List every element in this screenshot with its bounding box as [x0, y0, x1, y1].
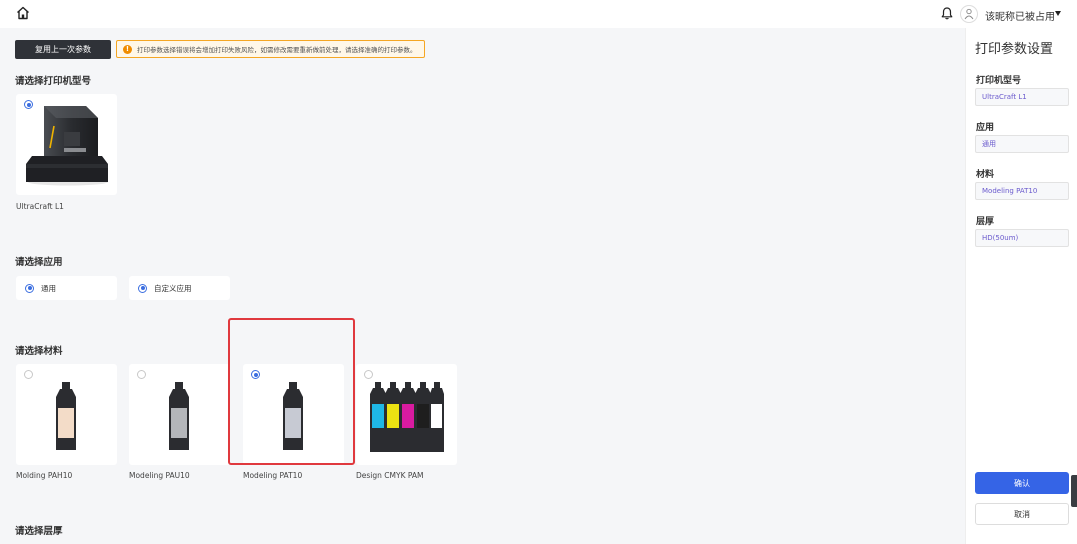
bottle-icon [56, 382, 76, 450]
username[interactable]: 该昵称已被占用 [985, 8, 1055, 23]
material-radio[interactable] [137, 370, 146, 379]
top-bar: 该昵称已被占用 [0, 0, 1077, 28]
panel-title: 打印参数设置 [975, 42, 1054, 57]
application-label: 通用 [41, 284, 56, 293]
material-section-title: 请选择材料 [15, 346, 63, 357]
material-name: Modeling PAT10 [243, 471, 303, 480]
printer-card-ultracraft-l1[interactable] [16, 94, 117, 195]
cmyk-bottles-icon [370, 382, 444, 452]
panel-label-layer: 层厚 [976, 217, 995, 227]
application-radio-custom[interactable] [138, 283, 147, 293]
material-card-modeling-pau10[interactable] [129, 364, 230, 465]
settings-panel: 打印参数设置 打印机型号 UltraCraft L1 应用 通用 材料 Mode… [965, 28, 1077, 544]
panel-label-application: 应用 [976, 123, 995, 133]
reuse-last-params-button[interactable]: 复用上一次参数 [15, 40, 111, 59]
material-radio[interactable] [24, 370, 33, 379]
material-name: Design CMYK PAM [356, 471, 424, 480]
main-content: 复用上一次参数 ! 打印参数选择错误将会增加打印失败风险，如需修改需要重新做前处… [0, 28, 960, 544]
panel-label-material: 材料 [976, 170, 995, 180]
printer-section-title: 请选择打印机型号 [15, 76, 92, 87]
panel-field-application[interactable]: 通用 [975, 135, 1069, 153]
material-card-design-cmyk-pam[interactable] [356, 364, 457, 465]
warning-notice: ! 打印参数选择错误将会增加打印失败风险，如需修改需要重新做前处理，请选择准确的… [116, 40, 425, 58]
panel-field-printer[interactable]: UltraCraft L1 [975, 88, 1069, 106]
application-label: 自定义应用 [154, 284, 192, 293]
side-drawer-handle[interactable] [1071, 475, 1077, 507]
application-option-general[interactable]: 通用 [16, 276, 117, 300]
panel-field-material[interactable]: Modeling PAT10 [975, 182, 1069, 200]
avatar-icon [964, 8, 974, 20]
material-name: Modeling PAU10 [129, 471, 190, 480]
bell-icon[interactable] [941, 7, 953, 20]
printer-name: UltraCraft L1 [16, 202, 64, 211]
panel-label-printer: 打印机型号 [976, 76, 1022, 86]
printer-image [26, 106, 108, 186]
selection-highlight [228, 318, 355, 465]
avatar[interactable] [960, 5, 978, 23]
layer-section-title: 请选择层厚 [15, 526, 63, 537]
home-icon[interactable] [16, 6, 30, 20]
bottle-icon [169, 382, 189, 450]
material-card-molding-pah10[interactable] [16, 364, 117, 465]
cancel-button[interactable]: 取消 [975, 503, 1069, 525]
application-option-custom[interactable]: 自定义应用 [129, 276, 230, 300]
application-radio-general[interactable] [25, 283, 34, 293]
caret-down-icon[interactable] [1055, 11, 1061, 16]
application-section-title: 请选择应用 [15, 257, 63, 268]
notice-text: 打印参数选择错误将会增加打印失败风险，如需修改需要重新做前处理，请选择准确的打印… [137, 46, 417, 54]
material-name: Molding PAH10 [16, 471, 73, 480]
material-radio[interactable] [364, 370, 373, 379]
panel-field-layer[interactable]: HD(50um) [975, 229, 1069, 247]
confirm-button[interactable]: 确认 [975, 472, 1069, 494]
warning-icon: ! [123, 44, 132, 54]
